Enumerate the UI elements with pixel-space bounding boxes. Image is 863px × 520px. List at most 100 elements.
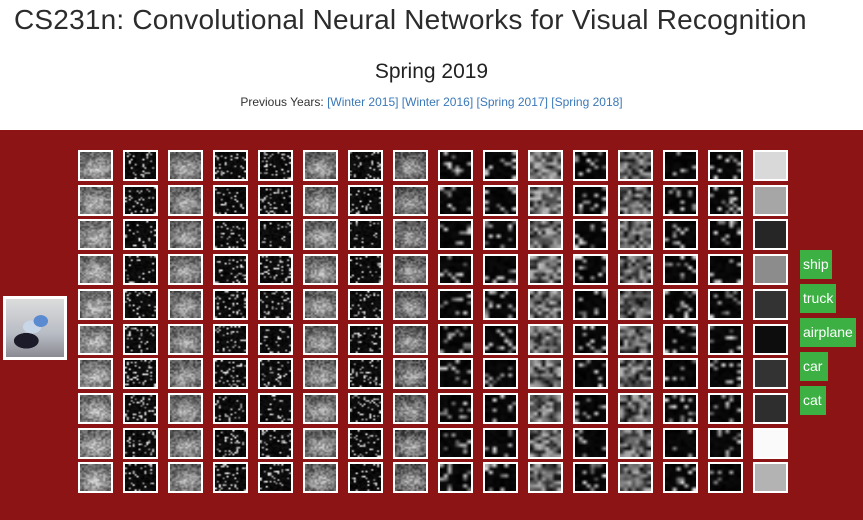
convnet-visualization-banner: ship truck airplane car cat [0,130,863,520]
feature-map [125,360,156,388]
feature-map-cell [303,219,338,251]
feature-map-cell [528,184,563,216]
class-score-swatch [755,256,786,284]
feature-map [575,394,606,422]
feature-map-cell [303,427,338,459]
feature-map [530,325,561,353]
feature-map [170,152,201,179]
class-score-cell [753,392,788,424]
feature-map-cell [573,288,608,320]
feature-map-cell [438,462,473,494]
class-score-swatch [755,290,786,318]
feature-map [575,360,606,388]
feature-map-cell [618,219,653,251]
feature-map-cell [438,358,473,390]
feature-map [125,256,156,284]
feature-map [80,464,111,492]
feature-map [530,221,561,249]
feature-map-cell [258,323,293,355]
feature-map-cell [573,254,608,286]
feature-map-cell [348,427,383,459]
feature-map [80,186,111,214]
feature-map [215,325,246,353]
feature-map-cell [303,392,338,424]
feature-map [530,360,561,388]
feature-map-cell [618,392,653,424]
feature-map-cell [123,150,158,181]
class-score-cell [753,219,788,251]
feature-map [620,290,651,318]
feature-map-cell [663,150,698,181]
feature-map [305,394,336,422]
feature-map-cell [438,150,473,181]
feature-map [665,394,696,422]
feature-map-cell [663,392,698,424]
feature-map [305,256,336,284]
feature-map [80,290,111,318]
feature-map-cell [213,150,248,181]
feature-map-cell [618,462,653,494]
feature-map-cell [393,462,428,494]
feature-map [485,429,516,457]
feature-map [350,221,381,249]
feature-map-cell [663,288,698,320]
feature-map-cell [618,150,653,181]
link-winter-2015[interactable]: [Winter 2015] [327,95,398,109]
feature-map-cell [78,392,113,424]
class-score-swatch [755,186,786,214]
feature-map [710,429,741,457]
feature-map [485,394,516,422]
feature-map [305,290,336,318]
feature-map [665,360,696,388]
feature-map [575,290,606,318]
feature-map [350,152,381,179]
feature-map-cell [348,184,383,216]
feature-map-cell [708,184,743,216]
link-spring-2018[interactable]: [Spring 2018] [551,95,622,109]
feature-map [260,152,291,179]
feature-map [305,186,336,214]
feature-map [710,152,741,179]
feature-map [710,256,741,284]
feature-map-cell [258,150,293,181]
feature-map [575,325,606,353]
feature-map-cell [348,219,383,251]
feature-map-cell [438,288,473,320]
feature-map-cell [483,462,518,494]
feature-map [125,429,156,457]
feature-map [215,256,246,284]
feature-map-cell [528,150,563,181]
feature-map [395,429,426,457]
feature-map-cell [708,288,743,320]
feature-map-cell [168,184,203,216]
feature-map-cell [78,184,113,216]
link-winter-2016[interactable]: [Winter 2016] [402,95,473,109]
feature-map-cell [393,219,428,251]
feature-map-cell [708,358,743,390]
feature-map-cell [258,427,293,459]
feature-map-cell [708,427,743,459]
feature-map [80,256,111,284]
feature-map [260,256,291,284]
feature-map-cell [303,462,338,494]
feature-map [395,394,426,422]
feature-map [620,325,651,353]
feature-map [80,152,111,179]
feature-map-cell [438,427,473,459]
feature-map-cell [213,462,248,494]
feature-map [485,464,516,492]
feature-map-cell [213,323,248,355]
feature-map-cell [78,150,113,181]
feature-map [485,186,516,214]
feature-map-cell [303,323,338,355]
feature-map [665,325,696,353]
feature-map-cell [213,427,248,459]
feature-map [530,429,561,457]
feature-map-cell [303,358,338,390]
feature-map [260,464,291,492]
feature-map-cell [123,219,158,251]
link-spring-2017[interactable]: [Spring 2017] [477,95,548,109]
feature-map [305,429,336,457]
feature-map-cell [528,219,563,251]
feature-map [440,360,471,388]
